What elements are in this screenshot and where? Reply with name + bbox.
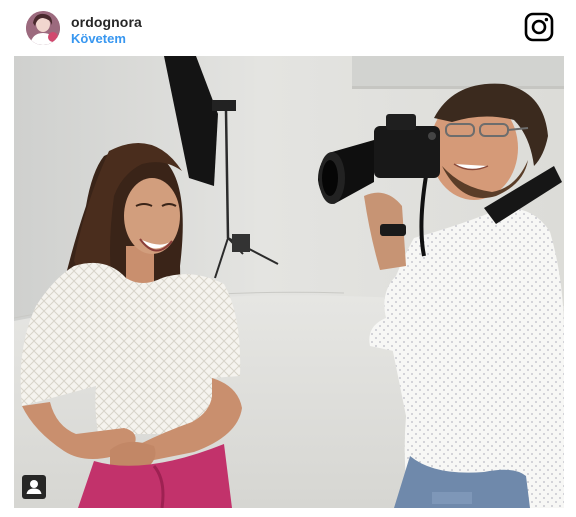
user-tag-icon[interactable] bbox=[22, 475, 46, 499]
follow-link[interactable]: Követem bbox=[71, 31, 126, 46]
post-username[interactable]: ordognora bbox=[71, 14, 142, 30]
avatar-image bbox=[26, 11, 60, 45]
post-photo[interactable] bbox=[14, 56, 564, 508]
avatar[interactable] bbox=[26, 11, 60, 45]
post-header: ordognora Követem bbox=[0, 0, 576, 56]
instagram-logo-icon[interactable] bbox=[524, 12, 554, 42]
photo-scene bbox=[14, 56, 564, 508]
instagram-post: ordognora Követem bbox=[0, 0, 576, 517]
